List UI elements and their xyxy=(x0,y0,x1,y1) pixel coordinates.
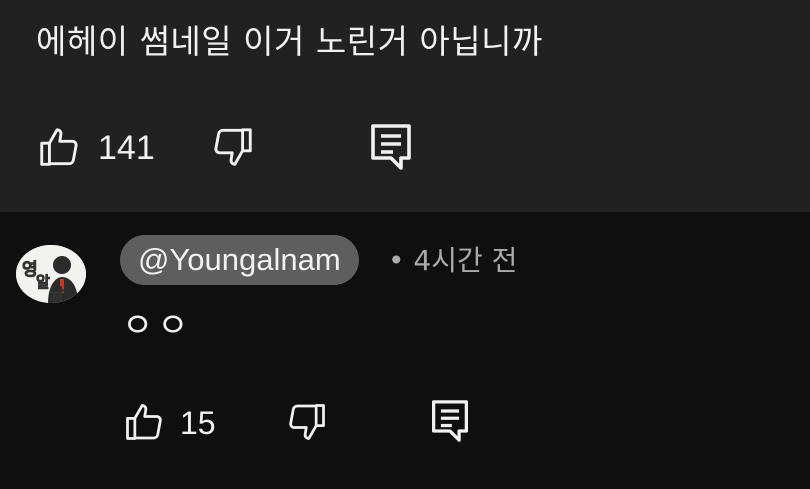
svg-text:알: 알 xyxy=(36,273,50,291)
comment-reply-icon xyxy=(371,124,411,170)
like-count: 15 xyxy=(180,405,216,441)
comment-text: ㅇㅇ xyxy=(122,306,193,346)
thumbs-up-icon xyxy=(40,128,78,166)
svg-text:남: 남 xyxy=(50,285,64,303)
like-count: 141 xyxy=(98,129,155,167)
dislike-button[interactable] xyxy=(208,124,258,170)
like-button[interactable] xyxy=(36,124,82,170)
comment-timestamp: • 4시간 전 xyxy=(388,244,518,277)
thumbs-down-icon xyxy=(289,404,325,440)
avatar-image: 영 알 남 xyxy=(16,245,86,303)
like-button[interactable] xyxy=(122,400,166,444)
comment-reply-icon xyxy=(432,400,468,442)
dislike-button[interactable] xyxy=(284,400,330,444)
comment-text: 에헤이 썸네일 이거 노린거 아닙니까 xyxy=(36,22,543,61)
thumbs-down-icon xyxy=(214,128,252,166)
author-name-chip[interactable]: @Youngalnam xyxy=(120,235,359,285)
parent-comment: 에헤이 썸네일 이거 노린거 아닙니까 141 xyxy=(0,0,810,212)
comments-panel: 에헤이 썸네일 이거 노린거 아닙니까 141 영 알 남 @Youngalna… xyxy=(0,0,810,489)
thumbs-up-icon xyxy=(126,404,162,440)
avatar[interactable]: 영 알 남 xyxy=(16,245,86,303)
reply-button[interactable] xyxy=(368,122,414,172)
reply-button[interactable] xyxy=(430,398,470,444)
